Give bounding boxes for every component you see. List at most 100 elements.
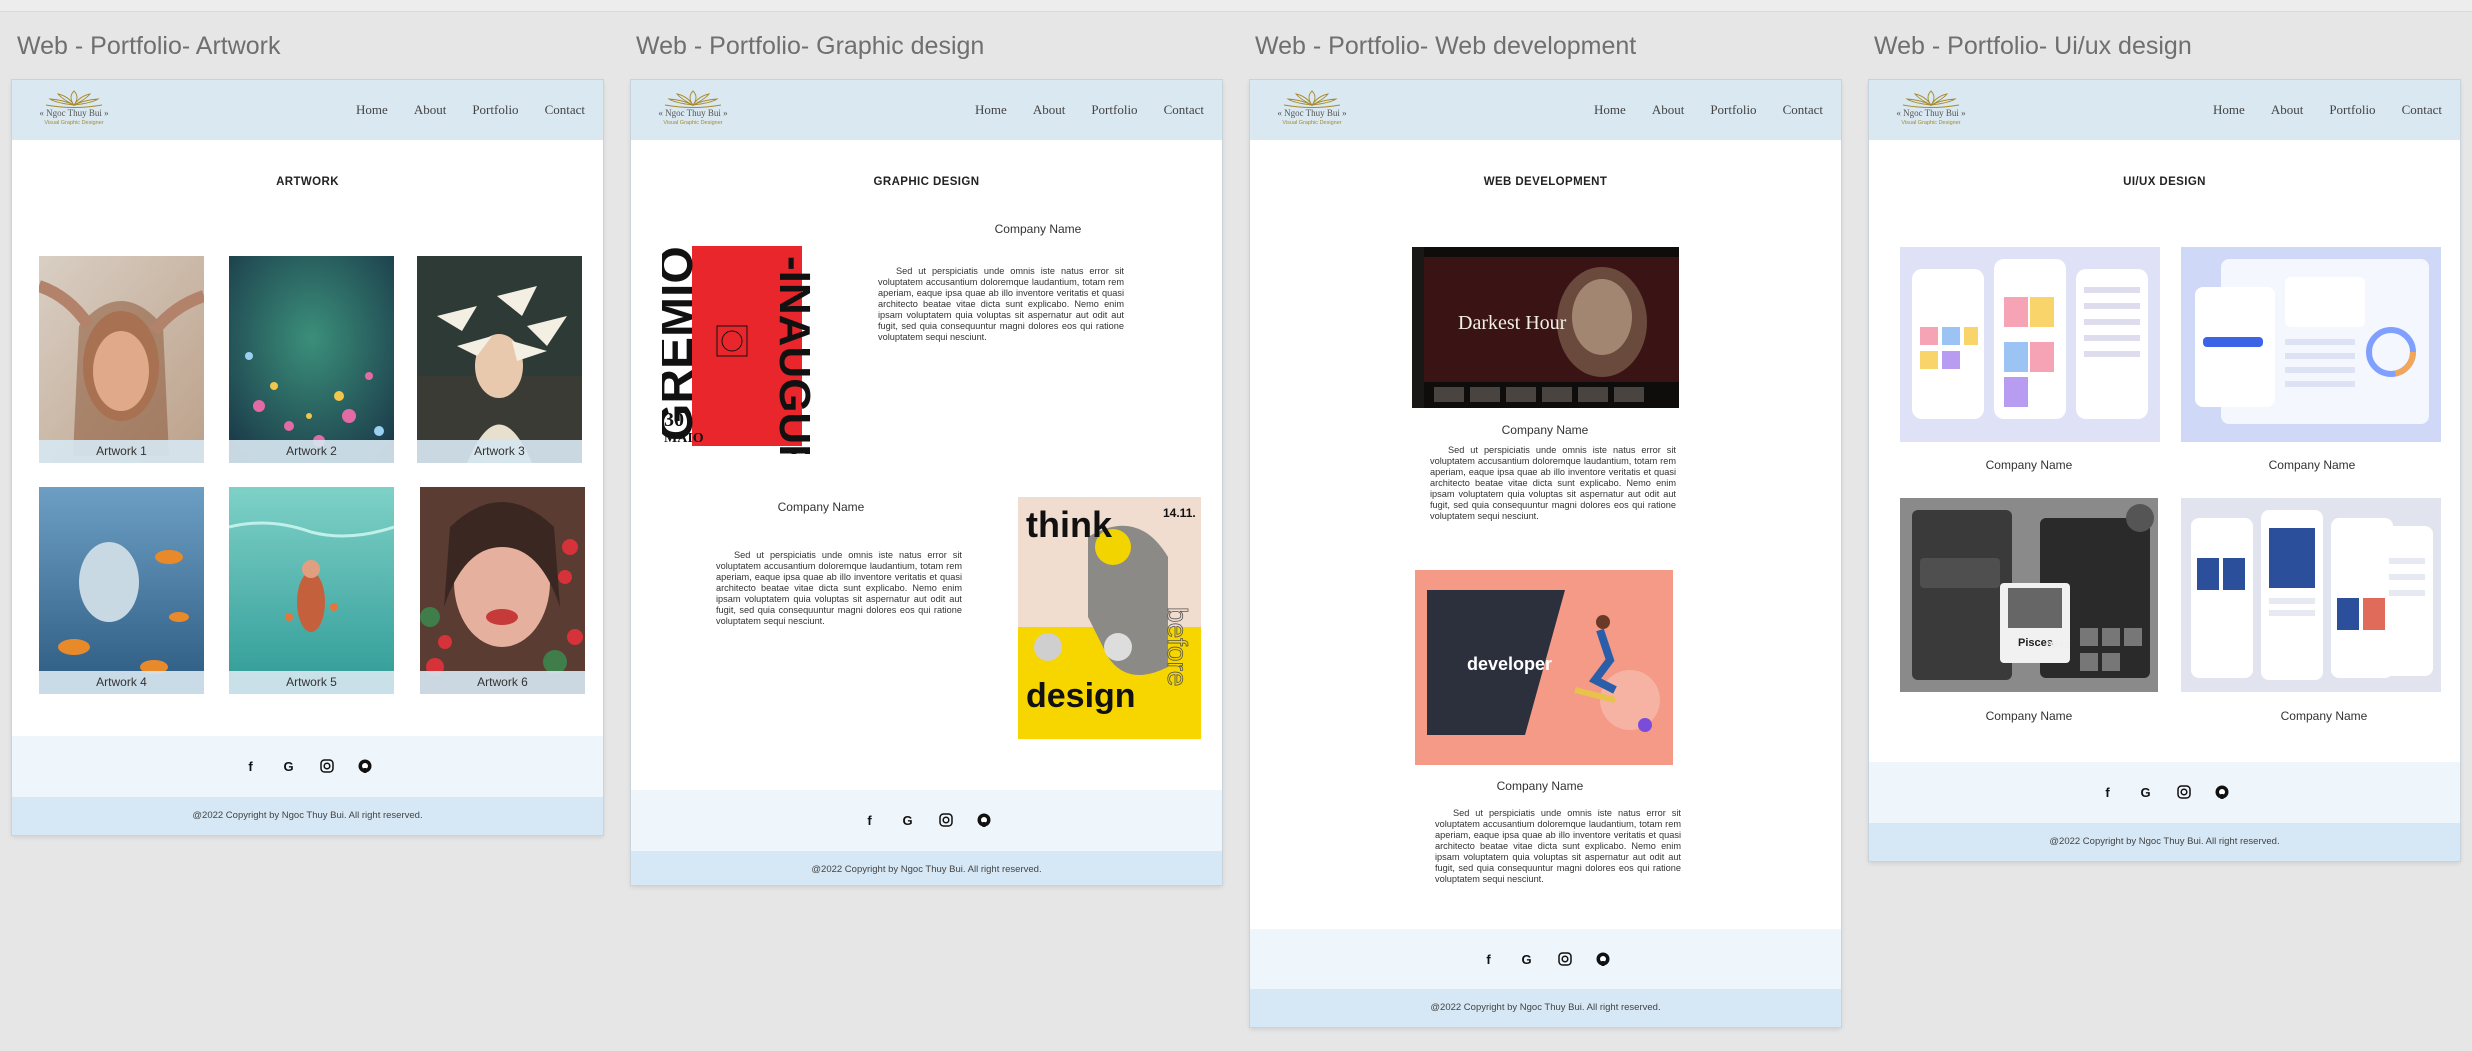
company-name: Company Name [777, 500, 865, 514]
artwork-caption: Artwork 1 [39, 440, 204, 463]
dark-ui-mockup: Pisces DAYS [1900, 498, 2158, 692]
lotus-logo-icon [1283, 90, 1341, 108]
logo-name: « Ngoc Thuy Bui » [658, 108, 728, 118]
navbar: « Ngoc Thuy Bui » Visual Graphic Designe… [12, 80, 603, 140]
navbar: « Ngoc Thuy Bui » Visual Graphic Designe… [1250, 80, 1841, 140]
company-name: Company Name [1985, 458, 2073, 472]
artwork-caption: Artwork 2 [229, 440, 394, 463]
nav-about[interactable]: About [1033, 102, 1066, 118]
footer: f G [631, 790, 1222, 853]
nav-home[interactable]: Home [2213, 102, 2245, 118]
nav-contact[interactable]: Contact [2402, 102, 2442, 118]
github-icon[interactable] [1595, 951, 1611, 967]
developer-website: developer [1415, 570, 1673, 765]
nav-about[interactable]: About [1652, 102, 1685, 118]
artwork-5-image [229, 487, 394, 694]
poster-text-date: 14.11. [1163, 506, 1196, 520]
nav-contact[interactable]: Contact [1783, 102, 1823, 118]
nav-contact[interactable]: Contact [545, 102, 585, 118]
artwork-card[interactable]: Artwork 6 [420, 487, 585, 694]
project-image-dark-ui[interactable]: Pisces DAYS [1900, 498, 2158, 692]
finance-dashboard-mockup [2181, 247, 2441, 442]
nav-about[interactable]: About [2271, 102, 2304, 118]
nav-about[interactable]: About [414, 102, 447, 118]
facebook-icon[interactable]: f [243, 758, 259, 774]
nav-portfolio[interactable]: Portfolio [2329, 102, 2375, 118]
google-icon[interactable]: G [900, 812, 916, 828]
footer: f G [1869, 762, 2460, 825]
mobile-app-mockup [1900, 247, 2160, 442]
instagram-icon[interactable] [2176, 784, 2192, 800]
logo[interactable]: « Ngoc Thuy Bui » Visual Graphic Designe… [1266, 90, 1358, 130]
artwork-card[interactable]: Artwork 5 [229, 487, 394, 694]
google-icon[interactable]: G [281, 758, 297, 774]
copyright: @2022 Copyright by Ngoc Thuy Bui. All ri… [1869, 823, 2460, 861]
copyright: @2022 Copyright by Ngoc Thuy Bui. All ri… [12, 797, 603, 835]
canvas-top-strip [0, 0, 2472, 12]
nav-home[interactable]: Home [1594, 102, 1626, 118]
artwork-1-image [39, 256, 204, 463]
google-icon[interactable]: G [2138, 784, 2154, 800]
project-description: Sed ut perspiciatis unde omnis iste natu… [878, 266, 1124, 342]
github-icon[interactable] [357, 758, 373, 774]
project-image-mobile-app[interactable] [1900, 247, 2160, 442]
instagram-icon[interactable] [1557, 951, 1573, 967]
artwork-card[interactable]: Artwork 2 [229, 256, 394, 463]
logo[interactable]: « Ngoc Thuy Bui » Visual Graphic Designe… [647, 90, 739, 130]
artwork-card[interactable]: Artwork 4 [39, 487, 204, 694]
artboard-label[interactable]: Web - Portfolio- Graphic design [636, 32, 984, 61]
nav-portfolio[interactable]: Portfolio [1091, 102, 1137, 118]
github-icon[interactable] [2214, 784, 2230, 800]
poster-text-day: 30 [664, 409, 684, 431]
project-image-think-design[interactable]: think 14.11. design before [1018, 497, 1201, 739]
project-description: Sed ut perspiciatis unde omnis iste natu… [716, 550, 962, 626]
artwork-caption: Artwork 4 [39, 671, 204, 694]
poster-text-month: MAIO [664, 431, 704, 446]
poster-text-before: before [1162, 607, 1193, 686]
nav-home[interactable]: Home [975, 102, 1007, 118]
instagram-icon[interactable] [938, 812, 954, 828]
project-image-developer[interactable]: developer [1415, 570, 1673, 765]
logo[interactable]: « Ngoc Thuy Bui » Visual Graphic Designe… [1885, 90, 1977, 130]
google-icon[interactable]: G [1519, 951, 1535, 967]
artboard-label[interactable]: Web - Portfolio- Artwork [17, 32, 281, 61]
social-icons: f G [631, 812, 1222, 828]
facebook-icon[interactable]: f [2100, 784, 2116, 800]
nav-menu: Home About Portfolio Contact [1594, 102, 1823, 118]
logo-tagline: Visual Graphic Designer [663, 120, 723, 126]
nav-home[interactable]: Home [356, 102, 388, 118]
footer: f G [1250, 929, 1841, 992]
logo-tagline: Visual Graphic Designer [1282, 120, 1342, 126]
developer-heading: developer [1467, 654, 1552, 674]
lotus-logo-icon [664, 90, 722, 108]
project-description: Sed ut perspiciatis unde omnis iste natu… [1435, 808, 1681, 884]
instagram-icon[interactable] [319, 758, 335, 774]
company-name: Company Name [2268, 458, 2356, 472]
artwork-card[interactable]: Artwork 3 [417, 256, 582, 463]
project-image-darkest-hour[interactable]: Darkest Hour [1412, 247, 1679, 408]
logo[interactable]: « Ngoc Thuy Bui » Visual Graphic Designe… [28, 90, 120, 130]
footer: f G [12, 736, 603, 799]
nav-portfolio[interactable]: Portfolio [1710, 102, 1756, 118]
company-name: Company Name [1501, 423, 1589, 437]
artwork-card[interactable]: Artwork 1 [39, 256, 204, 463]
artboard-label[interactable]: Web - Portfolio- Web development [1255, 32, 1636, 61]
navbar: « Ngoc Thuy Bui » Visual Graphic Designe… [1869, 80, 2460, 140]
artwork-6-image [420, 487, 585, 694]
facebook-icon[interactable]: f [1481, 951, 1497, 967]
project-image-dashboard[interactable] [2181, 247, 2441, 442]
page-frame: « Ngoc Thuy Bui » Visual Graphic Designe… [1250, 80, 1841, 1027]
github-icon[interactable] [976, 812, 992, 828]
logo-name: « Ngoc Thuy Bui » [1277, 108, 1347, 118]
artboard-label[interactable]: Web - Portfolio- Ui/ux design [1874, 32, 2192, 61]
company-name: Company Name [1496, 779, 1584, 793]
artwork-caption: Artwork 6 [420, 671, 585, 694]
nav-portfolio[interactable]: Portfolio [472, 102, 518, 118]
nav-contact[interactable]: Contact [1164, 102, 1204, 118]
logo-tagline: Visual Graphic Designer [1901, 120, 1961, 126]
logo-tagline: Visual Graphic Designer [44, 120, 104, 126]
poster-text-think: think [1026, 504, 1113, 545]
project-image-gremio[interactable]: GREMIO -INAUGURA 30 MAIO [662, 216, 827, 454]
project-image-bookstore-app[interactable] [2181, 498, 2441, 692]
facebook-icon[interactable]: f [862, 812, 878, 828]
